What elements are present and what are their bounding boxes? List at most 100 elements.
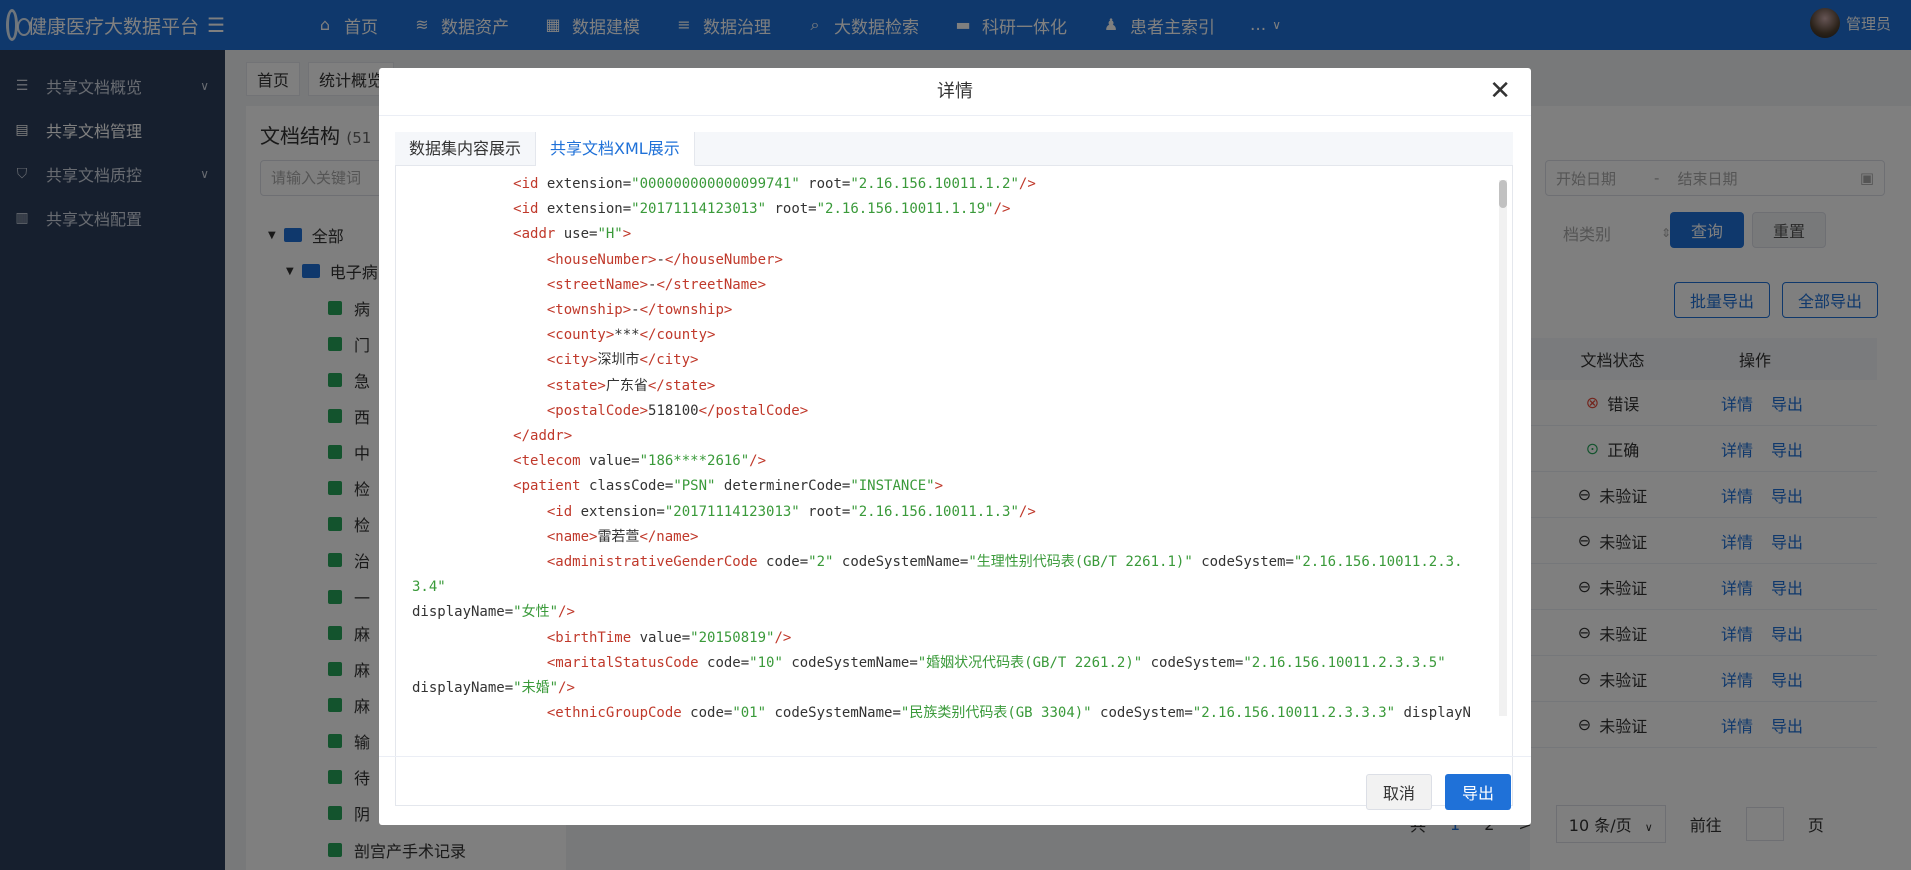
xml-tag: <township> (546, 302, 632, 319)
xml-tag: > (622, 226, 632, 243)
xml-value: "000000000000099741" (631, 176, 800, 192)
xml-tag: <city> (546, 352, 598, 369)
xml-value: "未婚" (513, 680, 559, 697)
xml-tag: </county> (639, 327, 716, 344)
xml-line: <id extension="20171114123013" root="2.1… (412, 500, 1475, 525)
xml-text: root= (799, 503, 851, 520)
xml-tag: /> (993, 201, 1011, 218)
xml-tag: </streetName> (656, 276, 767, 293)
xml-line: <streetName>-</streetName> (412, 273, 1475, 298)
xml-indent (412, 504, 547, 520)
xml-tag: </addr> (513, 428, 573, 445)
xml-text: determinerCode= (715, 478, 851, 495)
xml-text: displayName= (412, 604, 514, 621)
xml-text: - (656, 251, 665, 268)
xml-value: "2" (808, 554, 834, 571)
xml-text: 深圳市 (597, 352, 640, 369)
xml-tag: <id (546, 503, 581, 520)
xml-indent (412, 403, 547, 419)
xml-tag: <streetName> (546, 276, 649, 293)
xml-line: <addr use="H"> (412, 222, 1475, 247)
xml-value: "H" (597, 226, 623, 243)
xml-text: 广东省 (605, 377, 648, 394)
xml-value: "2.16.156.10011.2.3.3.5" (1243, 654, 1446, 671)
xml-value: "10" (749, 654, 783, 671)
xml-text: codeSystemName= (782, 654, 918, 671)
xml-value: "PSN" (673, 478, 716, 495)
xml-indent (412, 201, 513, 217)
xml-text: value= (639, 629, 691, 646)
xml-value: "2.16.156.10011.1.3" (850, 503, 1019, 520)
xml-line: <name>雷若萱</name> (412, 525, 1475, 550)
xml-indent (412, 327, 547, 343)
xml-line: <telecom value="186****2616"/> (412, 449, 1475, 474)
xml-value: "生理性别代码表(GB/T 2261.1)" (968, 554, 1193, 571)
xml-tag: /> (558, 680, 575, 697)
xml-text: codeSystemName= (766, 705, 901, 722)
xml-indent (412, 277, 547, 293)
xml-text: code= (766, 554, 809, 571)
cancel-button[interactable]: 取消 (1366, 774, 1432, 810)
xml-tag: <birthTime (546, 629, 640, 646)
vertical-scrollbar[interactable] (1499, 180, 1507, 716)
xml-indent (412, 302, 547, 318)
xml-line: <patient classCode="PSN" determinerCode=… (412, 474, 1475, 499)
xml-indent (412, 478, 513, 494)
xml-value: "20171114123013" (664, 503, 800, 520)
xml-tag: <houseNumber> (546, 251, 657, 268)
xml-indent (412, 453, 513, 469)
xml-code: <id extension= "000000000000099741" root=… (396, 166, 1491, 724)
xml-tag: > (934, 478, 944, 495)
xml-text: displayName= (412, 680, 514, 697)
xml-line: <township>-</township> (412, 298, 1475, 323)
xml-value: "2.16.156.10011.1.2" (850, 176, 1019, 192)
xml-value: "婚姻状况代码表(GB/T 2261.2)" (917, 654, 1143, 671)
xml-line: displayName="女性"/> (412, 600, 1475, 625)
xml-text: code= (707, 654, 750, 671)
xml-tag: <maritalStatusCode (546, 654, 708, 671)
xml-indent (412, 630, 547, 646)
xml-value: "20150819" (690, 629, 775, 646)
xml-tag: <id (513, 201, 547, 218)
xml-tag: <state> (546, 377, 606, 394)
xml-line: <ethnicGroupCode code="01" codeSystemNam… (412, 701, 1475, 724)
xml-line: <houseNumber>-</houseNumber> (412, 248, 1475, 273)
xml-text: root= (799, 176, 851, 192)
xml-indent (412, 554, 547, 570)
xml-line: <county>***</county> (412, 323, 1475, 348)
tab-dataset-content[interactable]: 数据集内容展示 (395, 132, 537, 166)
xml-viewer[interactable]: <id extension= "000000000000099741" root=… (395, 166, 1513, 806)
xml-value: "20171114123013" (631, 201, 767, 218)
xml-tag: <name> (546, 528, 598, 545)
xml-indent (412, 529, 547, 545)
tab-shared-xml[interactable]: 共享文档XML展示 (536, 132, 695, 166)
xml-text: codeSystemName= (833, 554, 969, 571)
xml-text: codeSystem= (1091, 705, 1193, 722)
xml-line: displayName="未婚"/> (412, 676, 1475, 701)
close-icon[interactable]: ✕ (1489, 78, 1511, 104)
xml-indent (412, 705, 547, 721)
xml-tag: </postalCode> (698, 402, 809, 419)
xml-line: <postalCode>518100</postalCode> (412, 399, 1475, 424)
xml-indent (412, 226, 513, 242)
xml-text: value= (589, 453, 640, 470)
xml-line: <state>广东省</state> (412, 374, 1475, 399)
modal-title: 详情 (379, 68, 1531, 116)
xml-tag: /> (774, 629, 792, 646)
scrollbar-thumb[interactable] (1499, 180, 1507, 208)
xml-tag: </state> (647, 377, 716, 394)
xml-text: extension= (580, 503, 665, 520)
xml-tag: /> (558, 604, 575, 621)
xml-tag: <patient (513, 478, 590, 495)
xml-text: 518100 (648, 402, 699, 419)
xml-text: code= (690, 705, 733, 722)
detail-modal: 详情 ✕ 数据集内容展示 共享文档XML展示 <id extension= "00… (379, 68, 1531, 825)
xml-text: codeSystem= (1142, 654, 1244, 671)
xml-indent (412, 378, 547, 394)
export-button[interactable]: 导出 (1445, 774, 1511, 810)
xml-tag: <postalCode> (546, 402, 649, 419)
xml-line: <birthTime value="20150819"/> (412, 626, 1475, 651)
xml-value: "186****2616" (639, 453, 750, 470)
xml-tag: <administrativeGenderCode (546, 554, 767, 571)
xml-text: root= (766, 201, 817, 218)
